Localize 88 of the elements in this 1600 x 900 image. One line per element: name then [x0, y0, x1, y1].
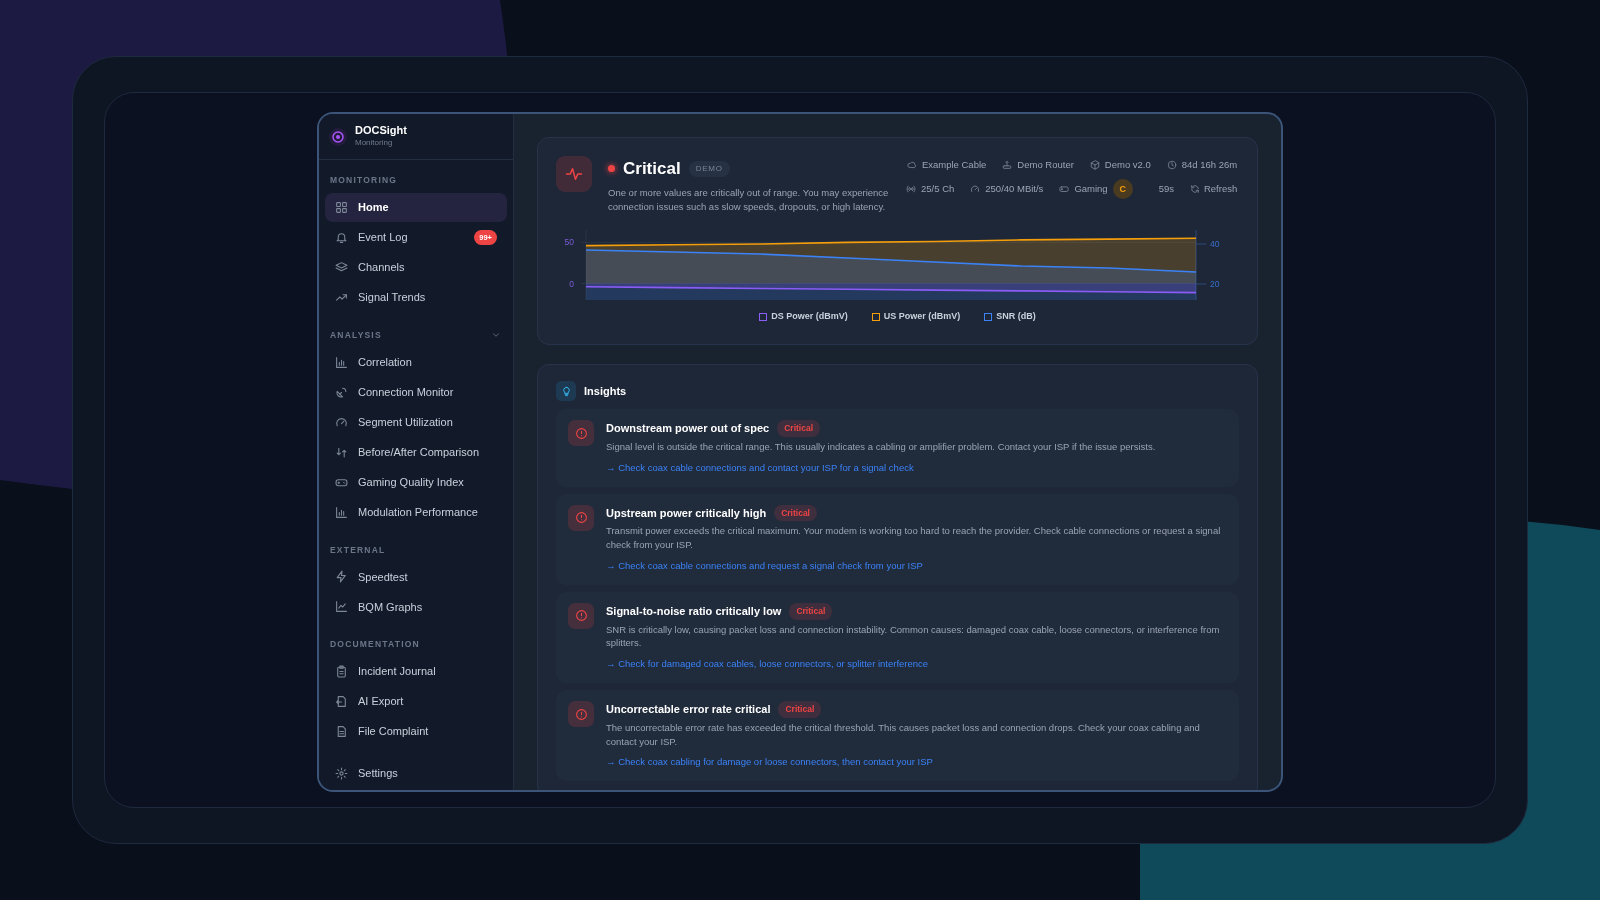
legend-label: DS Power (dBmV)	[771, 310, 848, 323]
severity-badge: Critical	[777, 420, 821, 437]
insight-text: SNR is critically low, causing packet loss and connection instability. Common causes: damaged coax cable, loose connectors, or interference from splitters.	[606, 622, 1221, 651]
meta-text: Gaming	[1074, 182, 1108, 197]
meta-text: Demo Router	[1017, 158, 1074, 172]
nav-item[interactable]: Connection Monitor	[325, 377, 507, 407]
nav-item[interactable]: Segment Utilization	[325, 407, 507, 437]
severity-badge: Critical	[789, 602, 833, 620]
clipboard-icon	[335, 665, 348, 678]
nav-item[interactable]: Speedtest	[325, 562, 507, 592]
nav-item[interactable]: Modulation Performance	[325, 497, 507, 527]
swap-icon	[335, 445, 348, 459]
section-label: EXTERNAL	[329, 543, 387, 557]
gauge-icon	[335, 415, 348, 429]
axis-tick-label: 20	[1210, 279, 1220, 289]
app-subtitle: Monitoring	[355, 136, 394, 149]
nav-item[interactable]: AI Export	[325, 687, 507, 716]
bar-chart-icon	[335, 355, 348, 369]
insight-text: Transmit power exceeds the critical maximum. Your modem is working too hard to reach the provider. Check cable connections or request a signal check from your ISP.	[606, 524, 1222, 552]
legend-label: US Power (dBmV)	[883, 310, 961, 323]
axis-tick-label: 50	[564, 237, 574, 248]
router-icon	[1002, 160, 1013, 171]
clock-icon	[1166, 160, 1177, 171]
nav-item[interactable]: Channels	[325, 252, 507, 282]
nav-item[interactable]: Correlation	[325, 347, 507, 377]
section-label: ANALYSIS	[329, 328, 383, 342]
action-link[interactable]: → Check coax cable connections and contact your ISP for a signal check	[606, 460, 914, 475]
action-link[interactable]: → Check coax cabling for damage or loose connectors, then contact your ISP	[606, 755, 933, 770]
nav-item[interactable]: Home	[325, 192, 507, 222]
legend-label: SNR (dB)	[996, 310, 1036, 323]
bell-icon	[335, 230, 348, 244]
insight-text: Signal level is outside the critical range. This usually indicates a cabling or amplifier problem. Contact your ISP if the issue persists.	[606, 439, 1157, 454]
logo-icon	[328, 126, 348, 147]
alert-circle-icon	[574, 426, 588, 440]
action-link[interactable]: → Check for damaged coax cables, loose connectors, or splitter interference	[606, 657, 929, 672]
insight-title: Downstream power out of spec	[606, 421, 770, 437]
status-dot	[608, 165, 615, 173]
meta-text: 25/5 Ch	[921, 182, 955, 197]
axis-tick-label: 0	[569, 278, 574, 289]
insight-title: Upstream power critically high	[606, 505, 767, 521]
settings-item[interactable]: Settings	[325, 759, 507, 788]
nav-item[interactable]: BQM Graphs	[325, 592, 507, 622]
meta-text: Demo v2.0	[1104, 158, 1151, 172]
cloud-icon	[906, 160, 917, 171]
lightning-icon	[335, 570, 348, 584]
refresh-icon	[1189, 184, 1200, 195]
alert-circle-icon	[574, 707, 588, 721]
box-icon	[1089, 160, 1100, 171]
severity-badge: Critical	[778, 701, 822, 718]
meta-text: 250/40 MBit/s	[985, 182, 1044, 197]
settings-icon	[335, 767, 348, 780]
nav-item[interactable]: Before/After Comparison	[325, 437, 507, 467]
status-message: One or more values are critically out of range. You may experience connection issues such as slow speeds, dropouts, or high latency.	[608, 185, 890, 214]
document-icon	[335, 725, 348, 738]
section-label: DOCUMENTATION	[329, 638, 421, 651]
app-name: DOCSight	[355, 124, 407, 137]
section-label: MONITORING	[329, 174, 399, 187]
timer-text: 59s	[1158, 182, 1174, 197]
bar-chart-icon	[335, 505, 348, 519]
alert-circle-icon	[574, 511, 588, 524]
satellite-dish-icon	[335, 385, 348, 399]
meta-text: 84d 16h 26m	[1181, 158, 1238, 172]
refresh-button[interactable]: Refresh	[1189, 182, 1238, 197]
alert-circle-icon	[574, 609, 588, 623]
grid-icon	[335, 200, 348, 214]
gauge-icon	[970, 184, 981, 195]
status-title: Critical	[623, 158, 681, 180]
action-link[interactable]: → Check coax cable connections and request a signal check from your ISP	[606, 558, 923, 574]
insight-title: Uncorrectable error rate critical	[606, 702, 771, 718]
demo-tag: DEMO	[688, 160, 730, 177]
insight-text: The uncorrectable error rate has exceeded the critical threshold. This causes packet loss and connection drops. Check your coax cabling and contact your ISP.	[606, 720, 1201, 749]
layers-icon	[335, 260, 348, 274]
gamepad-icon	[1059, 184, 1070, 195]
nav-item[interactable]: Signal Trends	[325, 282, 507, 312]
signal-icon	[906, 184, 916, 195]
grade-badge: C	[1112, 179, 1133, 200]
severity-badge: Critical	[774, 504, 817, 522]
line-chart-icon	[335, 600, 348, 614]
axis-tick-label: 40	[1210, 239, 1220, 249]
meta-text: Example Cable	[921, 158, 987, 172]
pulse-icon	[565, 165, 583, 183]
nav-item[interactable]: Gaming Quality Index	[325, 467, 507, 497]
insights-title: Insights	[584, 383, 627, 399]
lightbulb-icon	[560, 385, 572, 397]
nav-item[interactable]: Incident Journal	[325, 657, 507, 686]
nav-item[interactable]: File Complaint	[325, 717, 507, 746]
insight-title: Signal-to-noise ratio critically low	[606, 603, 782, 619]
file-export-icon	[335, 695, 348, 708]
